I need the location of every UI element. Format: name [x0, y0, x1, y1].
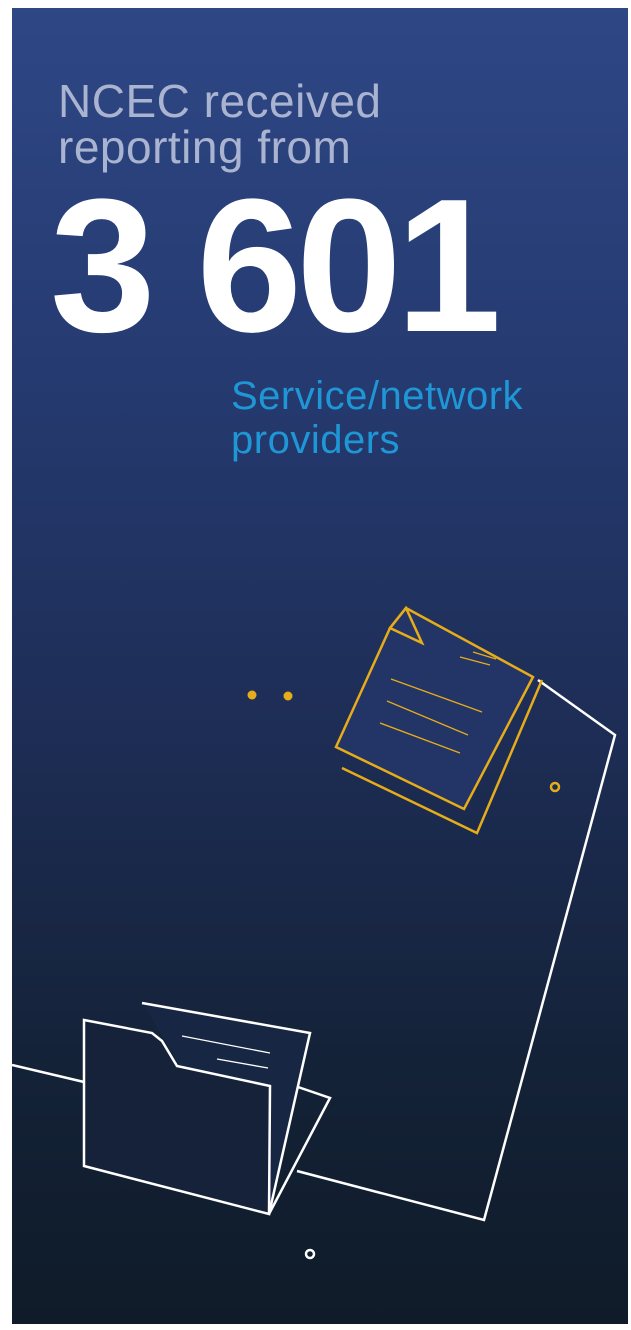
- ring-icon: [304, 1248, 316, 1260]
- document-stack-icon: [334, 605, 544, 835]
- dot-icon: [283, 691, 293, 701]
- dot-icon: [247, 690, 257, 700]
- folder-icon: [82, 1001, 332, 1216]
- infographic-panel: NCEC received reporting from 3 601 Servi…: [12, 8, 628, 1324]
- ground-line: [12, 1063, 85, 1084]
- ring-icon: [549, 781, 561, 793]
- decorative-illustration: [12, 605, 617, 1260]
